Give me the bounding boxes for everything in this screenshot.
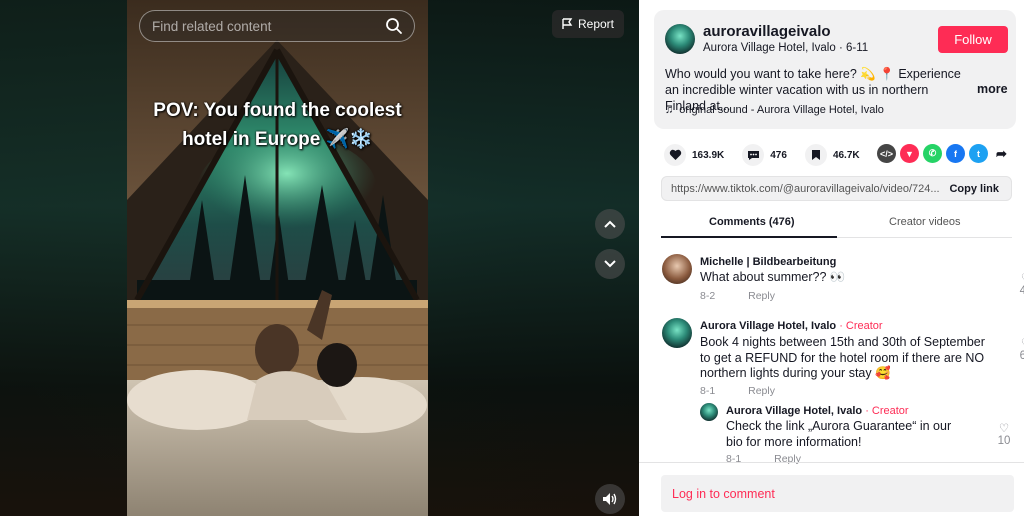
volume-button[interactable] (595, 484, 625, 514)
heart-icon (664, 144, 686, 166)
flag-icon (562, 18, 573, 29)
chevron-up-icon (604, 220, 616, 228)
active-tab-indicator (661, 236, 837, 238)
comment-input-divider (639, 462, 1024, 463)
search-input[interactable]: Find related content (139, 10, 415, 42)
caption-line-1: POV: You found the coolest (153, 100, 402, 121)
reply-like[interactable]: ♡ 10 (994, 421, 1014, 447)
video-stage: POV: You found the coolest hotel in Euro… (0, 0, 639, 516)
report-label: Report (577, 17, 615, 31)
comment-like-count: 41 (1019, 285, 1024, 297)
comment-author[interactable]: Aurora Village Hotel, Ivalo · Creator (700, 320, 883, 332)
comment-author[interactable]: Michelle | Bildbearbeitung (700, 256, 836, 268)
report-button[interactable]: Report (552, 10, 624, 38)
send-icon[interactable]: ▼ (900, 144, 919, 163)
sound-label: original sound - Aurora Village Hotel, I… (679, 104, 884, 116)
reply-meta: 8-1 Reply (726, 453, 801, 465)
post-date: 6-11 (845, 42, 869, 54)
login-to-comment-link[interactable]: Log in to comment (672, 487, 775, 501)
follow-button[interactable]: Follow (938, 26, 1008, 53)
whatsapp-icon[interactable]: ✆ (923, 144, 942, 163)
share-arrow-icon[interactable]: ➦ (992, 144, 1011, 163)
login-to-comment-box[interactable]: Log in to comment (661, 475, 1014, 512)
creator-tag: · Creator (865, 405, 909, 417)
save-count: 46.7K (832, 149, 860, 161)
comment-stat[interactable]: 476 (742, 144, 787, 166)
comment-text: What about summer?? 👀 (700, 270, 846, 284)
author-username[interactable]: auroravillageivalo (703, 23, 831, 40)
heart-outline-icon: ♡ (1016, 271, 1024, 285)
creator-avatar[interactable] (700, 403, 718, 421)
author-avatar[interactable] (665, 24, 695, 54)
comment-tabs: Comments (476) Creator videos (661, 210, 1012, 238)
reply-button[interactable]: Reply (774, 453, 801, 465)
share-link-box: https://www.tiktok.com/@auroravillageiva… (661, 176, 1012, 201)
sound-link[interactable]: ♫ original sound - Aurora Village Hotel,… (665, 104, 884, 116)
commenter-avatar[interactable] (662, 254, 692, 284)
engagement-stats: 163.9K 476 46.7K (664, 144, 878, 166)
comment-date: 8-1 (700, 385, 716, 397)
details-panel: auroravillageivalo Aurora Village Hotel,… (639, 0, 1024, 516)
embed-icon[interactable]: </> (877, 144, 896, 163)
more-link[interactable]: more (977, 82, 1008, 96)
copy-link-button[interactable]: Copy link (949, 183, 999, 195)
comment-date: 8-2 (700, 290, 716, 302)
reply-author[interactable]: Aurora Village Hotel, Ivalo · Creator (726, 405, 909, 417)
share-icons: </> ▼ ✆ f t ➦ (877, 144, 1011, 163)
reply-date: 8-1 (726, 453, 742, 465)
video-caption: POV: You found the coolest hotel in Euro… (127, 96, 428, 154)
comment-like-count: 63 (1019, 350, 1024, 362)
comment-like[interactable]: ♡ 41 (1016, 271, 1024, 297)
comment-icon (742, 144, 765, 166)
twitter-icon[interactable]: t (969, 144, 988, 163)
comment-like[interactable]: ♡ 63 (1016, 336, 1024, 362)
creator-tag: · Creator (839, 320, 883, 332)
heart-outline-icon: ♡ (1016, 336, 1024, 350)
tab-comments[interactable]: Comments (476) (709, 216, 795, 228)
caption-line-2: hotel in Europe ✈️❄️ (182, 129, 373, 150)
creator-avatar[interactable] (662, 318, 692, 348)
like-count: 163.9K (692, 149, 725, 161)
save-stat[interactable]: 46.7K (804, 144, 860, 166)
next-video-button[interactable] (595, 249, 625, 279)
music-note-icon: ♫ (665, 104, 674, 116)
reply-like-count: 10 (997, 435, 1011, 447)
previous-video-button[interactable] (595, 209, 625, 239)
bookmark-icon (804, 144, 827, 166)
author-display-name: Aurora Village Hotel, Ivalo (703, 42, 836, 54)
search-icon[interactable] (385, 17, 403, 35)
facebook-icon[interactable]: f (946, 144, 965, 163)
like-stat[interactable]: 163.9K (664, 144, 724, 166)
share-url[interactable]: https://www.tiktok.com/@auroravillageiva… (671, 183, 941, 195)
tab-creator-videos[interactable]: Creator videos (889, 216, 961, 228)
reply-text: Check the link „Aurora Guarantee“ in our… (726, 419, 952, 449)
comment-meta: 8-2 Reply (700, 290, 775, 302)
comment-meta: 8-1 Reply (700, 385, 775, 397)
chevron-down-icon (604, 260, 616, 268)
heart-outline-icon: ♡ (998, 423, 1010, 435)
video-frame-image (127, 0, 428, 516)
comment-text: Book 4 nights between 15th and 30th of S… (700, 335, 985, 380)
video-player[interactable] (127, 0, 428, 516)
reply-button[interactable]: Reply (748, 385, 775, 397)
search-placeholder: Find related content (152, 19, 272, 34)
comment-count: 476 (770, 149, 787, 161)
background-blur-left (0, 0, 127, 516)
reply-button[interactable]: Reply (748, 290, 775, 302)
video-info-card: auroravillageivalo Aurora Village Hotel,… (654, 10, 1016, 129)
speaker-icon (603, 493, 617, 505)
author-subline: Aurora Village Hotel, Ivalo · 6-11 (703, 42, 869, 54)
